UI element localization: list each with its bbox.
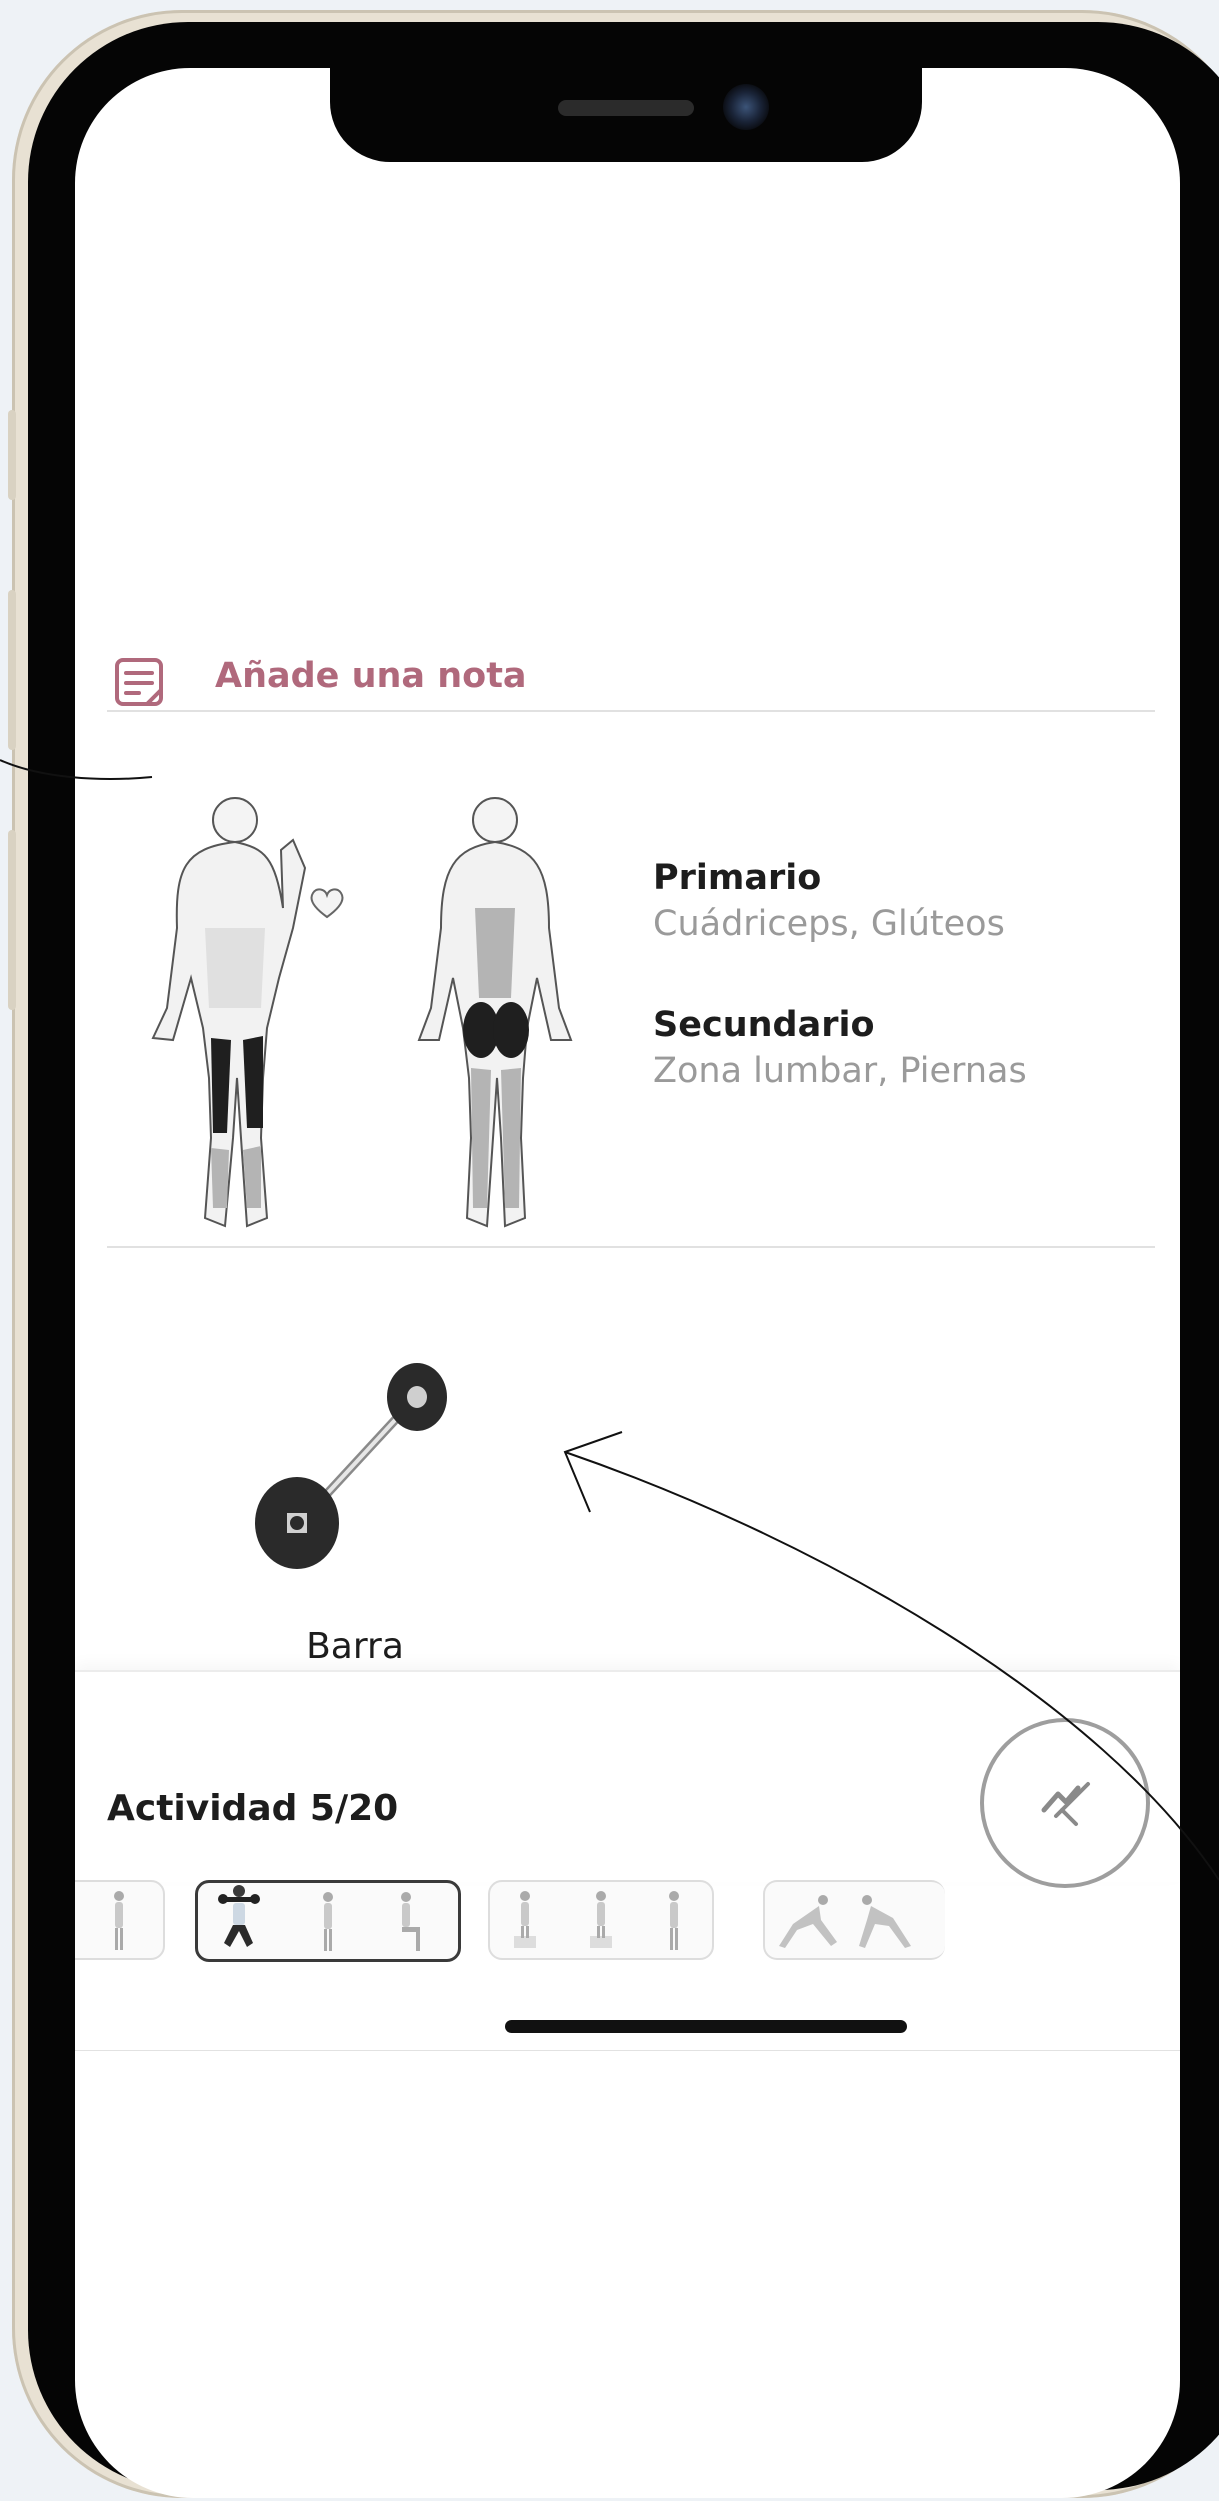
annotation-arrows xyxy=(0,759,1219,1881)
